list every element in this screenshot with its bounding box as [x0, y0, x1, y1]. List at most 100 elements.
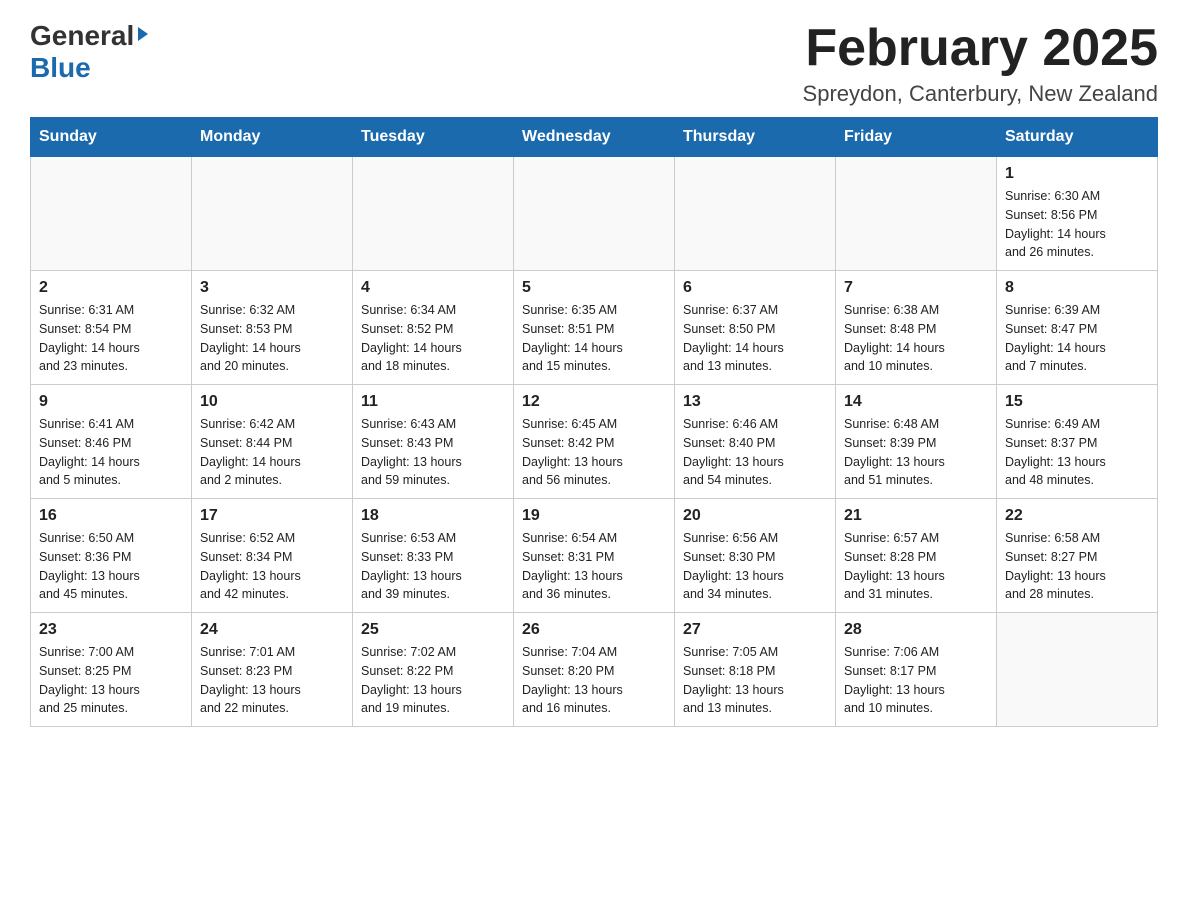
calendar-cell: 27 Sunrise: 7:05 AM Sunset: 8:18 PM Dayli… — [675, 613, 836, 727]
calendar-cell: 6Sunrise: 6:37 AM Sunset: 8:50 PM Daylig… — [675, 271, 836, 385]
day-number: 25 — [361, 621, 505, 639]
day-number: 8 — [1005, 279, 1149, 297]
calendar-cell: 25Sunrise: 7:02 AM Sunset: 8:22 PM Dayli… — [353, 613, 514, 727]
calendar-week-row: 9 Sunrise: 6:41 AM Sunset: 8:46 PM Daylig… — [31, 385, 1158, 499]
col-sunday: Sunday — [31, 118, 192, 157]
calendar-week-row: 16 Sunrise: 6:50 AM Sunset: 8:36 PM Dayli… — [31, 499, 1158, 613]
calendar-week-row: 1 Sunrise: 6:30 AM Sunset: 8:56 PM Daylig… — [31, 157, 1158, 271]
day-number: 27 — [683, 621, 827, 639]
logo-text-dark: General — [30, 20, 134, 52]
day-info: Sunrise: 7:00 AM Sunset: 8:25 PM Dayligh… — [39, 643, 183, 718]
calendar-cell: 23 Sunrise: 7:00 AM Sunset: 8:25 PM Dayli… — [31, 613, 192, 727]
calendar-cell: 9 Sunrise: 6:41 AM Sunset: 8:46 PM Daylig… — [31, 385, 192, 499]
location-subtitle: Spreydon, Canterbury, New Zealand — [803, 81, 1158, 107]
day-info: Sunrise: 6:54 AM Sunset: 8:31 PM Dayligh… — [522, 529, 666, 604]
calendar-cell — [836, 157, 997, 271]
col-thursday: Thursday — [675, 118, 836, 157]
month-year-title: February 2025 — [803, 20, 1158, 77]
day-info: Sunrise: 6:58 AM Sunset: 8:27 PM Dayligh… — [1005, 529, 1149, 604]
day-info: Sunrise: 6:35 AM Sunset: 8:51 PM Dayligh… — [522, 301, 666, 376]
col-saturday: Saturday — [997, 118, 1158, 157]
day-number: 17 — [200, 507, 344, 525]
day-number: 7 — [844, 279, 988, 297]
calendar-cell: 26 Sunrise: 7:04 AM Sunset: 8:20 PM Dayli… — [514, 613, 675, 727]
title-section: February 2025 Spreydon, Canterbury, New … — [803, 20, 1158, 107]
day-info: Sunrise: 6:38 AM Sunset: 8:48 PM Dayligh… — [844, 301, 988, 376]
logo: General Blue — [30, 20, 148, 84]
day-number: 19 — [522, 507, 666, 525]
calendar-header-row: Sunday Monday Tuesday Wednesday Thursday… — [31, 118, 1158, 157]
day-info: Sunrise: 6:34 AM Sunset: 8:52 PM Dayligh… — [361, 301, 505, 376]
calendar-cell: 12Sunrise: 6:45 AM Sunset: 8:42 PM Dayli… — [514, 385, 675, 499]
day-number: 16 — [39, 507, 183, 525]
day-number: 22 — [1005, 507, 1149, 525]
calendar-cell: 17 Sunrise: 6:52 AM Sunset: 8:34 PM Dayli… — [192, 499, 353, 613]
day-number: 1 — [1005, 165, 1149, 183]
calendar-cell: 20 Sunrise: 6:56 AM Sunset: 8:30 PM Dayli… — [675, 499, 836, 613]
calendar-week-row: 23 Sunrise: 7:00 AM Sunset: 8:25 PM Dayli… — [31, 613, 1158, 727]
day-number: 18 — [361, 507, 505, 525]
day-info: Sunrise: 6:49 AM Sunset: 8:37 PM Dayligh… — [1005, 415, 1149, 490]
calendar-cell: 11 Sunrise: 6:43 AM Sunset: 8:43 PM Dayli… — [353, 385, 514, 499]
day-number: 11 — [361, 393, 505, 411]
calendar-cell — [514, 157, 675, 271]
day-info: Sunrise: 7:04 AM Sunset: 8:20 PM Dayligh… — [522, 643, 666, 718]
calendar-week-row: 2 Sunrise: 6:31 AM Sunset: 8:54 PM Daylig… — [31, 271, 1158, 385]
calendar-cell — [31, 157, 192, 271]
calendar-cell: 7 Sunrise: 6:38 AM Sunset: 8:48 PM Daylig… — [836, 271, 997, 385]
calendar-cell: 8 Sunrise: 6:39 AM Sunset: 8:47 PM Daylig… — [997, 271, 1158, 385]
calendar-cell: 5Sunrise: 6:35 AM Sunset: 8:51 PM Daylig… — [514, 271, 675, 385]
day-number: 13 — [683, 393, 827, 411]
day-info: Sunrise: 6:39 AM Sunset: 8:47 PM Dayligh… — [1005, 301, 1149, 376]
calendar-cell: 19 Sunrise: 6:54 AM Sunset: 8:31 PM Dayli… — [514, 499, 675, 613]
day-number: 9 — [39, 393, 183, 411]
day-info: Sunrise: 6:46 AM Sunset: 8:40 PM Dayligh… — [683, 415, 827, 490]
calendar-cell — [192, 157, 353, 271]
calendar-cell: 10 Sunrise: 6:42 AM Sunset: 8:44 PM Dayli… — [192, 385, 353, 499]
day-info: Sunrise: 6:30 AM Sunset: 8:56 PM Dayligh… — [1005, 187, 1149, 262]
day-info: Sunrise: 6:57 AM Sunset: 8:28 PM Dayligh… — [844, 529, 988, 604]
day-info: Sunrise: 7:06 AM Sunset: 8:17 PM Dayligh… — [844, 643, 988, 718]
day-info: Sunrise: 6:32 AM Sunset: 8:53 PM Dayligh… — [200, 301, 344, 376]
col-friday: Friday — [836, 118, 997, 157]
day-number: 20 — [683, 507, 827, 525]
calendar-cell: 18 Sunrise: 6:53 AM Sunset: 8:33 PM Dayli… — [353, 499, 514, 613]
col-monday: Monday — [192, 118, 353, 157]
day-info: Sunrise: 6:53 AM Sunset: 8:33 PM Dayligh… — [361, 529, 505, 604]
calendar-cell: 1 Sunrise: 6:30 AM Sunset: 8:56 PM Daylig… — [997, 157, 1158, 271]
day-info: Sunrise: 6:37 AM Sunset: 8:50 PM Dayligh… — [683, 301, 827, 376]
calendar-cell: 16 Sunrise: 6:50 AM Sunset: 8:36 PM Dayli… — [31, 499, 192, 613]
day-number: 10 — [200, 393, 344, 411]
day-info: Sunrise: 6:56 AM Sunset: 8:30 PM Dayligh… — [683, 529, 827, 604]
day-info: Sunrise: 6:31 AM Sunset: 8:54 PM Dayligh… — [39, 301, 183, 376]
logo-arrow-icon — [138, 27, 148, 41]
day-info: Sunrise: 6:45 AM Sunset: 8:42 PM Dayligh… — [522, 415, 666, 490]
day-number: 26 — [522, 621, 666, 639]
day-info: Sunrise: 6:52 AM Sunset: 8:34 PM Dayligh… — [200, 529, 344, 604]
day-number: 3 — [200, 279, 344, 297]
calendar-cell: 15 Sunrise: 6:49 AM Sunset: 8:37 PM Dayli… — [997, 385, 1158, 499]
col-tuesday: Tuesday — [353, 118, 514, 157]
calendar-cell: 24Sunrise: 7:01 AM Sunset: 8:23 PM Dayli… — [192, 613, 353, 727]
day-info: Sunrise: 6:42 AM Sunset: 8:44 PM Dayligh… — [200, 415, 344, 490]
calendar-cell: 2 Sunrise: 6:31 AM Sunset: 8:54 PM Daylig… — [31, 271, 192, 385]
day-info: Sunrise: 6:50 AM Sunset: 8:36 PM Dayligh… — [39, 529, 183, 604]
day-number: 23 — [39, 621, 183, 639]
col-wednesday: Wednesday — [514, 118, 675, 157]
calendar-cell: 3 Sunrise: 6:32 AM Sunset: 8:53 PM Daylig… — [192, 271, 353, 385]
calendar-cell — [353, 157, 514, 271]
day-number: 21 — [844, 507, 988, 525]
day-number: 2 — [39, 279, 183, 297]
day-number: 14 — [844, 393, 988, 411]
day-number: 28 — [844, 621, 988, 639]
calendar-cell: 4Sunrise: 6:34 AM Sunset: 8:52 PM Daylig… — [353, 271, 514, 385]
calendar-cell: 14Sunrise: 6:48 AM Sunset: 8:39 PM Dayli… — [836, 385, 997, 499]
logo-text-blue: Blue — [30, 52, 91, 83]
day-info: Sunrise: 6:43 AM Sunset: 8:43 PM Dayligh… — [361, 415, 505, 490]
day-info: Sunrise: 7:05 AM Sunset: 8:18 PM Dayligh… — [683, 643, 827, 718]
day-info: Sunrise: 6:41 AM Sunset: 8:46 PM Dayligh… — [39, 415, 183, 490]
calendar-cell — [997, 613, 1158, 727]
day-number: 15 — [1005, 393, 1149, 411]
calendar-cell: 21 Sunrise: 6:57 AM Sunset: 8:28 PM Dayli… — [836, 499, 997, 613]
calendar-cell — [675, 157, 836, 271]
